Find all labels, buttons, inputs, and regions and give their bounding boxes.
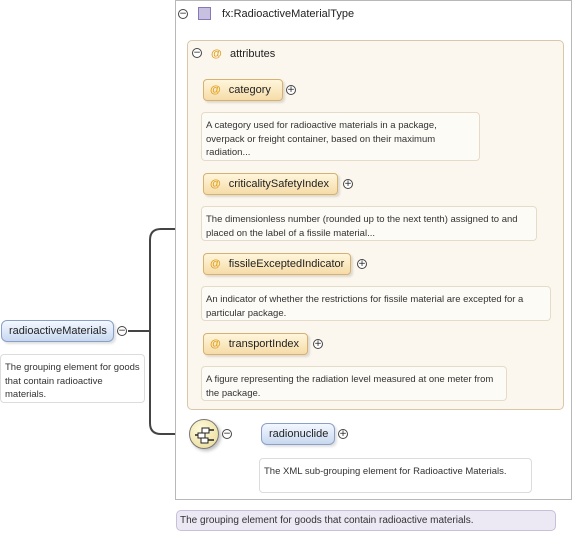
attribute-doc: A figure representing the radiation leve… bbox=[201, 366, 507, 401]
minus-circle-icon[interactable]: − bbox=[178, 9, 188, 19]
attribute-transportIndex[interactable]: @ transportIndex bbox=[203, 333, 308, 355]
element-radionuclide[interactable]: radionuclide bbox=[261, 423, 335, 445]
attribute-name: transportIndex bbox=[228, 338, 300, 350]
sequence-glyph bbox=[195, 427, 214, 444]
minus-circle-icon[interactable]: − bbox=[117, 326, 127, 336]
attribute-icon: @ bbox=[210, 178, 221, 190]
attribute-doc: A category used for radioactive material… bbox=[201, 112, 480, 161]
attribute-name: category bbox=[228, 84, 271, 96]
attribute-name: fissileExceptedIndicator bbox=[228, 258, 345, 270]
attribute-category[interactable]: @ category bbox=[203, 79, 283, 101]
attribute-icon: @ bbox=[210, 84, 221, 96]
attributes-title: attributes bbox=[230, 48, 276, 60]
plus-circle-icon[interactable]: + bbox=[357, 259, 367, 269]
minus-circle-icon[interactable]: − bbox=[192, 48, 202, 58]
attribute-name: criticalitySafetyIndex bbox=[228, 178, 329, 190]
element-radioactiveMaterials[interactable]: radioactiveMaterials bbox=[1, 320, 114, 342]
plus-circle-icon[interactable]: + bbox=[343, 179, 353, 189]
plus-circle-icon[interactable]: + bbox=[338, 429, 348, 439]
attribute-icon: @ bbox=[210, 338, 221, 350]
plus-circle-icon[interactable]: + bbox=[286, 85, 296, 95]
attribute-icon: @ bbox=[211, 48, 222, 60]
attribute-criticalitySafetyIndex[interactable]: @ criticalitySafetyIndex bbox=[203, 173, 338, 195]
type-doc: The grouping element for goods that cont… bbox=[176, 510, 556, 531]
type-name: fx:RadioactiveMaterialType bbox=[222, 8, 355, 20]
element-doc: The grouping element for goods that cont… bbox=[0, 354, 145, 403]
attribute-doc: An indicator of whether the restrictions… bbox=[201, 286, 551, 321]
element-doc: The XML sub-grouping element for Radioac… bbox=[259, 458, 532, 493]
complex-type-icon bbox=[198, 7, 211, 20]
attribute-icon: @ bbox=[210, 258, 221, 270]
plus-circle-icon[interactable]: + bbox=[313, 339, 323, 349]
attribute-doc: The dimensionless number (rounded up to … bbox=[201, 206, 537, 241]
sequence-compositor-icon[interactable] bbox=[189, 419, 219, 449]
attribute-fissileExceptedIndicator[interactable]: @ fissileExceptedIndicator bbox=[203, 253, 351, 275]
minus-circle-icon[interactable]: − bbox=[222, 429, 232, 439]
